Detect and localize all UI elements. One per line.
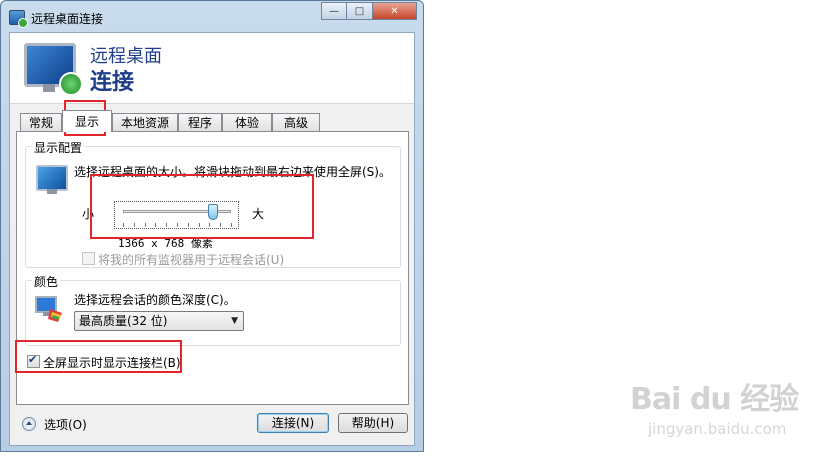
tab-advanced[interactable]: 高级 — [272, 113, 320, 131]
tab-programs[interactable]: 程序 — [178, 113, 222, 131]
options-toggle-icon[interactable] — [22, 417, 36, 431]
connection-arrow-icon — [59, 72, 83, 96]
tab-local-resources[interactable]: 本地资源 — [112, 113, 178, 131]
header-title-line2: 连接 — [90, 70, 135, 95]
baidu-watermark-url: jingyan.baidu.com — [648, 420, 787, 438]
connect-button[interactable]: 连接(N) — [257, 413, 329, 433]
maximize-button[interactable]: □ — [347, 2, 373, 20]
color-palette-icon — [35, 296, 62, 322]
dialog-header: 远程桌面 连接 — [10, 33, 414, 104]
tab-general[interactable]: 常规 — [20, 113, 62, 131]
use-all-monitors-label: 将我的所有监视器用于远程会话(U) — [98, 253, 285, 267]
options-label[interactable]: 选项(O) — [44, 416, 87, 433]
use-all-monitors-checkbox[interactable] — [82, 252, 95, 265]
display-config-group-label: 显示配置 — [32, 139, 85, 156]
remote-desktop-monitor-icon — [24, 43, 83, 96]
minimize-button[interactable]: — — [321, 2, 347, 20]
slider-highlight — [90, 174, 314, 239]
tab-display[interactable]: 显示 — [62, 110, 112, 132]
dropdown-arrow-icon: ▼ — [231, 316, 238, 326]
color-depth-selected-value: 最高质量(32 位) — [79, 314, 168, 328]
remote-desktop-app-icon — [9, 10, 28, 28]
window-title: 远程桌面连接 — [31, 12, 104, 26]
title-bar[interactable]: 远程桌面连接 — □ ✕ — [1, 1, 423, 33]
baidu-watermark-logo: Bai du 经验 — [630, 382, 799, 417]
color-group: 颜色 选择远程会话的颜色深度(C)。 最高质量(32 位) ▼ — [25, 273, 401, 346]
dialog-client-area: 远程桌面 连接 常规 显示 本地资源 程序 体验 高级 显示配置 选择远程桌面的… — [9, 32, 415, 446]
display-monitor-icon — [36, 165, 68, 194]
close-button[interactable]: ✕ — [373, 2, 417, 20]
window-controls: — □ ✕ — [321, 2, 417, 20]
color-depth-select[interactable]: 最高质量(32 位) ▼ — [74, 311, 244, 331]
color-group-label: 颜色 — [32, 273, 61, 290]
tab-experience[interactable]: 体验 — [222, 113, 272, 131]
color-depth-description: 选择远程会话的颜色深度(C)。 — [74, 293, 236, 307]
help-button[interactable]: 帮助(H) — [338, 413, 408, 433]
connection-bar-highlight — [15, 340, 182, 373]
